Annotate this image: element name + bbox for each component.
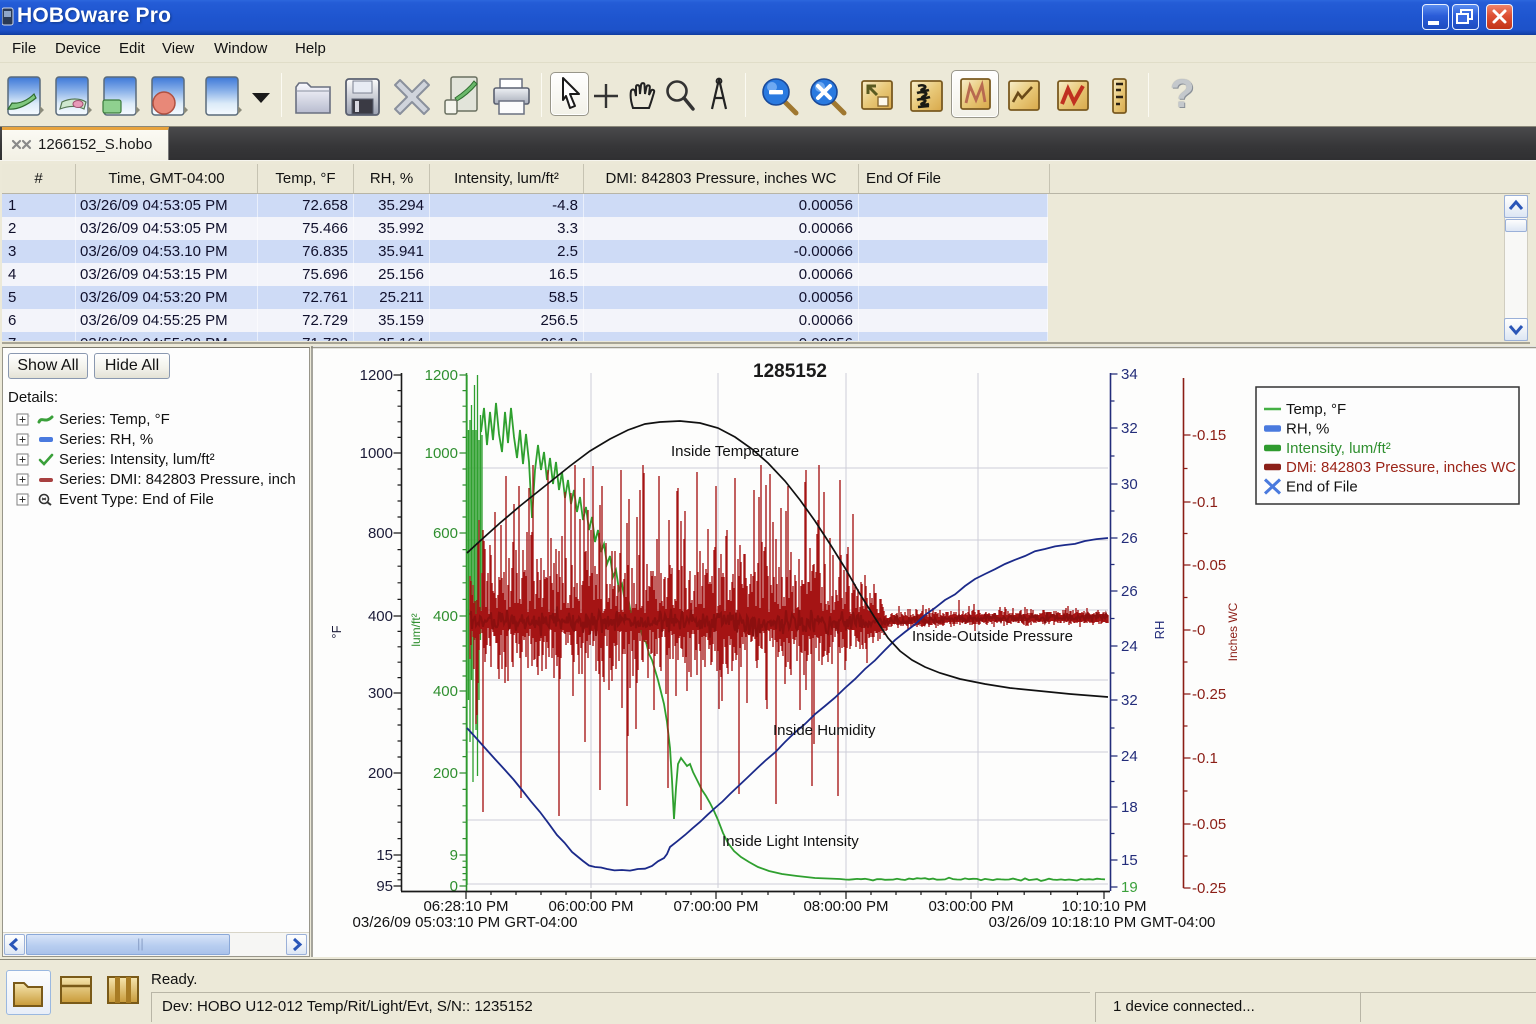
svg-text:1285152: 1285152 bbox=[753, 361, 827, 382]
svg-text:15: 15 bbox=[1121, 852, 1138, 869]
svg-text:26: 26 bbox=[1121, 583, 1138, 600]
svg-text:08:00:00 PM: 08:00:00 PM bbox=[803, 898, 888, 915]
svg-text:34: 34 bbox=[1121, 366, 1138, 383]
svg-text:-0.15: -0.15 bbox=[1192, 427, 1226, 444]
svg-text:Intensity, lum/ft²: Intensity, lum/ft² bbox=[1286, 440, 1391, 457]
svg-text:1000: 1000 bbox=[425, 445, 458, 462]
svg-text:07:00:00 PM: 07:00:00 PM bbox=[673, 898, 758, 915]
svg-text:32: 32 bbox=[1121, 420, 1138, 437]
svg-text:RH, %: RH, % bbox=[1286, 421, 1329, 438]
svg-text:Inside Humidity: Inside Humidity bbox=[773, 722, 876, 739]
svg-text:DMi: 842803 Pressure, inches W: DMi: 842803 Pressure, inches WC bbox=[1286, 459, 1516, 476]
svg-text:400: 400 bbox=[433, 608, 458, 625]
svg-text:Inside Temperature: Inside Temperature bbox=[671, 443, 799, 460]
svg-text:26: 26 bbox=[1121, 530, 1138, 547]
svg-text:-0.1: -0.1 bbox=[1192, 750, 1218, 767]
svg-text:-0.05: -0.05 bbox=[1192, 816, 1226, 833]
svg-text:°F: °F bbox=[329, 625, 344, 638]
svg-text:03/26/09 05:03:10 PM GRT-04:00: 03/26/09 05:03:10 PM GRT-04:00 bbox=[353, 914, 578, 931]
svg-text:300: 300 bbox=[368, 685, 393, 702]
svg-text:15: 15 bbox=[376, 847, 393, 864]
svg-text:06:00:00 PM: 06:00:00 PM bbox=[548, 898, 633, 915]
svg-text:03:00:00 PM: 03:00:00 PM bbox=[928, 898, 1013, 915]
svg-text:1000: 1000 bbox=[360, 445, 393, 462]
svg-text:-0.05: -0.05 bbox=[1192, 557, 1226, 574]
svg-text:06:28:10 PM: 06:28:10 PM bbox=[423, 898, 508, 915]
svg-text:0: 0 bbox=[450, 878, 458, 895]
svg-text:24: 24 bbox=[1121, 638, 1138, 655]
svg-text:End of File: End of File bbox=[1286, 479, 1358, 496]
svg-text:9: 9 bbox=[450, 847, 458, 864]
svg-text:800: 800 bbox=[368, 525, 393, 542]
svg-text:1200: 1200 bbox=[425, 367, 458, 384]
svg-text:18: 18 bbox=[1121, 799, 1138, 816]
svg-text:Inches WC: Inches WC bbox=[1226, 602, 1240, 661]
svg-text:600: 600 bbox=[433, 525, 458, 542]
svg-text:10:10:10 PM: 10:10:10 PM bbox=[1061, 898, 1146, 915]
svg-text:400: 400 bbox=[368, 608, 393, 625]
svg-text:-0.25: -0.25 bbox=[1192, 686, 1226, 703]
svg-text:-0.25: -0.25 bbox=[1192, 880, 1226, 897]
svg-text:-0.1: -0.1 bbox=[1192, 494, 1218, 511]
svg-text:-0: -0 bbox=[1192, 622, 1205, 639]
svg-text:Temp, °F: Temp, °F bbox=[1286, 401, 1346, 418]
svg-text:200: 200 bbox=[368, 765, 393, 782]
svg-text:400: 400 bbox=[433, 683, 458, 700]
svg-text:1200: 1200 bbox=[360, 367, 393, 384]
svg-text:200: 200 bbox=[433, 765, 458, 782]
svg-text:03/26/09 10:18:10 PM GMT-04:00: 03/26/09 10:18:10 PM GMT-04:00 bbox=[989, 914, 1216, 931]
svg-text:95: 95 bbox=[376, 878, 393, 895]
svg-text:Inside-Outside Pressure: Inside-Outside Pressure bbox=[912, 628, 1073, 645]
svg-text:Inside Light Intensity: Inside Light Intensity bbox=[722, 833, 859, 850]
svg-text:32: 32 bbox=[1121, 692, 1138, 709]
svg-text:19: 19 bbox=[1121, 879, 1138, 896]
svg-text:24: 24 bbox=[1121, 748, 1138, 765]
svg-text:RH: RH bbox=[1152, 621, 1167, 640]
svg-text:lum/ft²: lum/ft² bbox=[409, 613, 423, 646]
svg-text:30: 30 bbox=[1121, 476, 1138, 493]
